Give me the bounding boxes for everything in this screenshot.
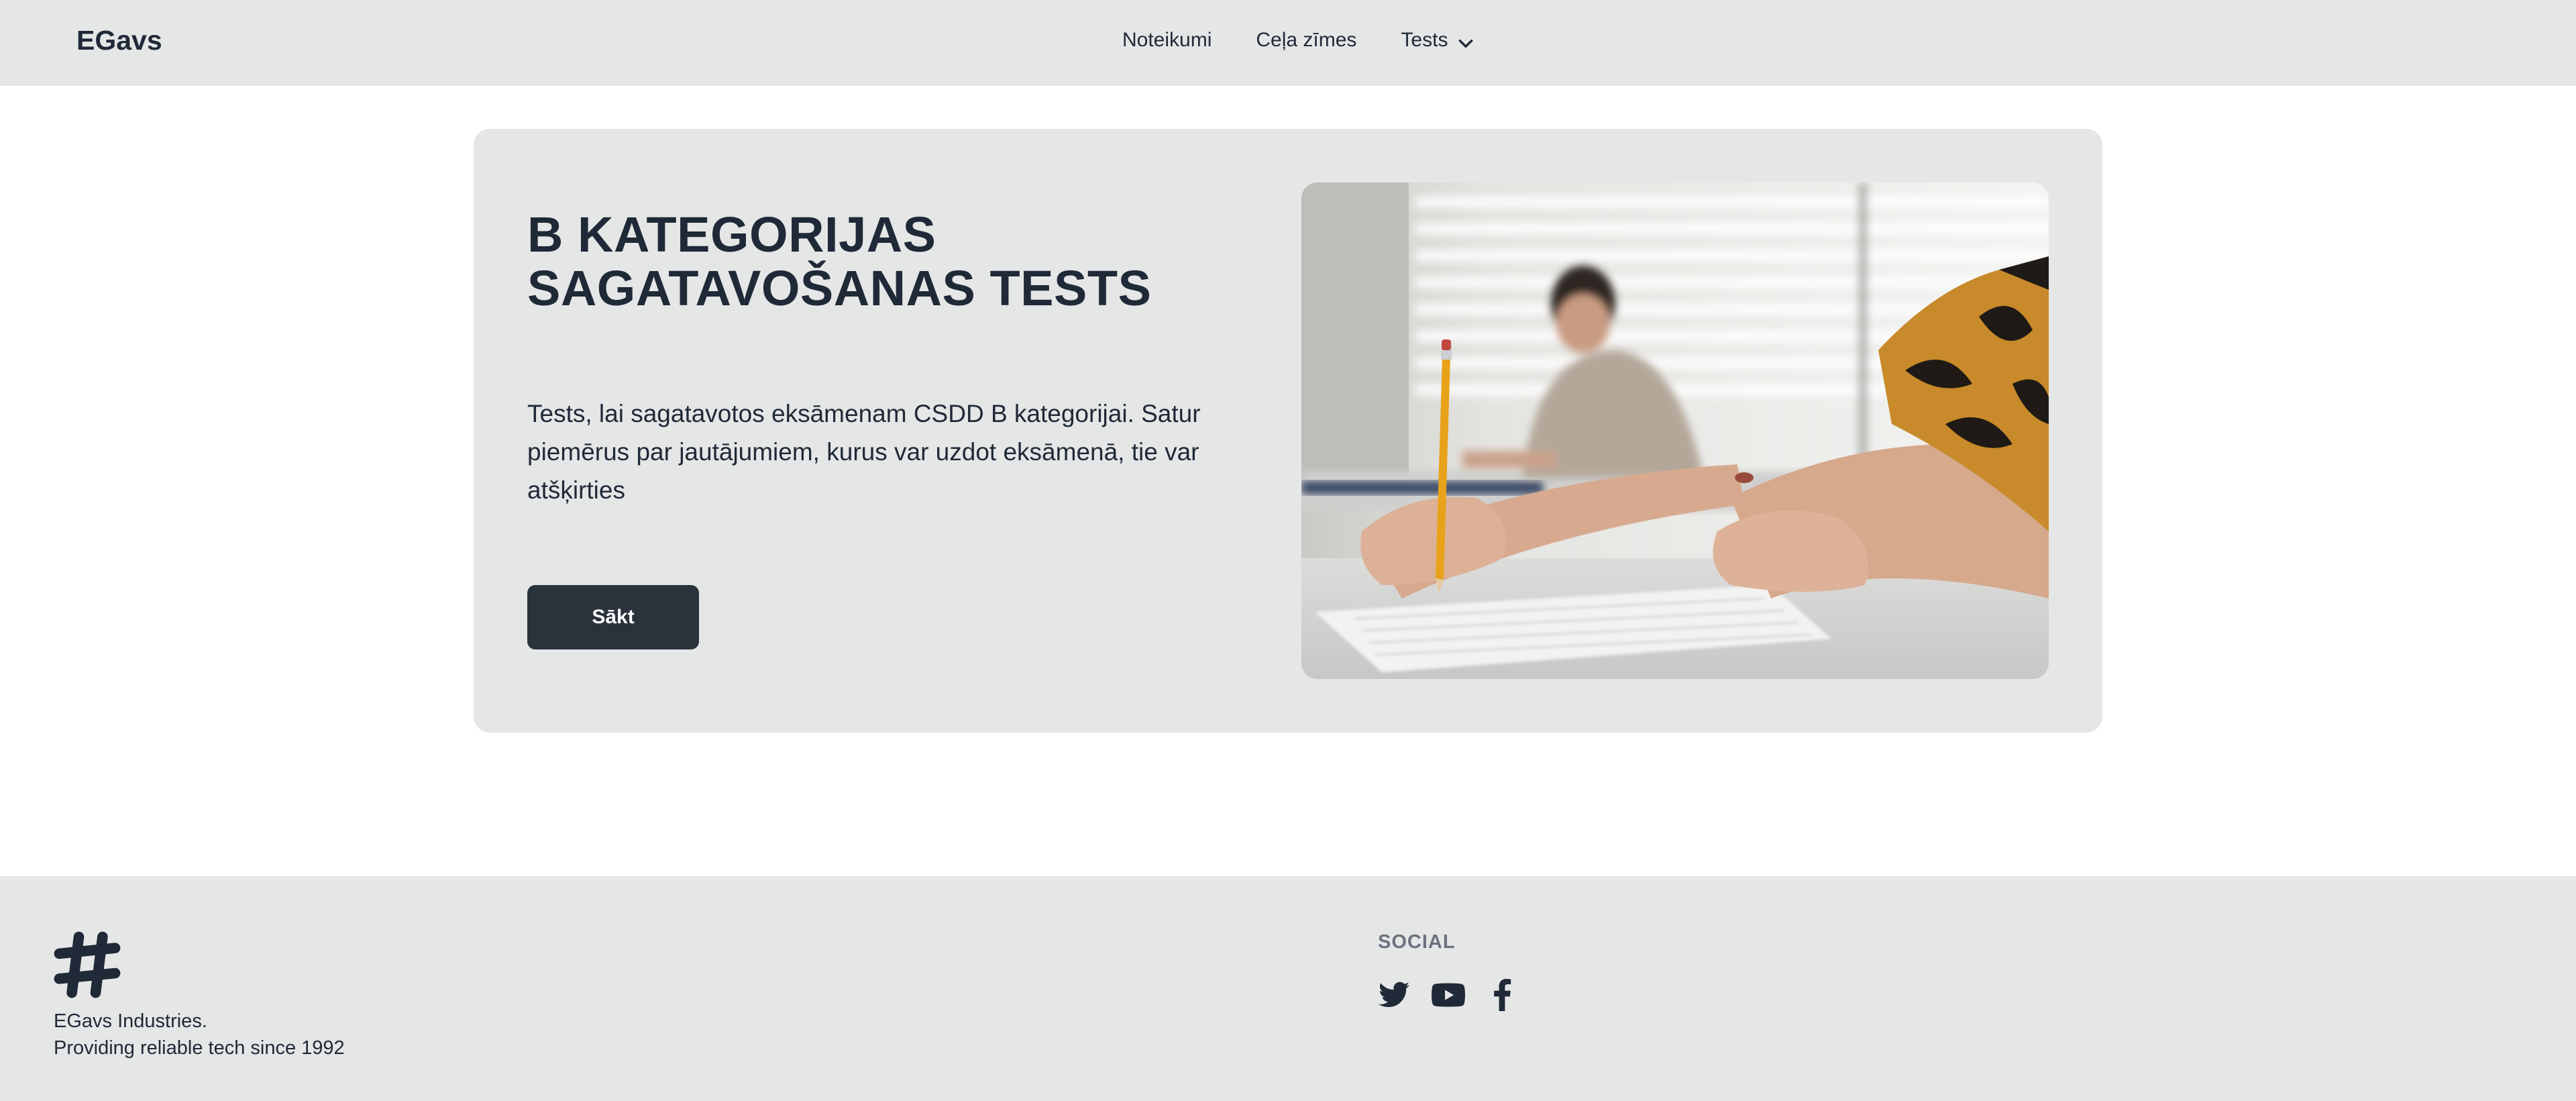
- twitter-icon[interactable]: [1378, 978, 1411, 1012]
- chevron-down-icon: [1457, 32, 1474, 49]
- start-button[interactable]: Sākt: [527, 585, 699, 649]
- hashtag-logo-icon: [52, 930, 122, 1000]
- footer-company-info: EGavs Industries. Providing reliable tec…: [54, 1008, 345, 1061]
- nav-link-label: Noteikumi: [1122, 29, 1212, 51]
- hero-title: B KATEGORIJAS SAGATAVOŠANAS TESTS: [527, 208, 1265, 315]
- hero-title-line: B KATEGORIJAS: [527, 207, 936, 262]
- social-icons: [1378, 978, 1519, 1012]
- navbar: EGavs Noteikumi Ceļa zīmes Tests: [0, 0, 2576, 86]
- facebook-icon[interactable]: [1485, 978, 1519, 1012]
- social-title: SOCIAL: [1378, 931, 1456, 953]
- nav-link-label: Ceļa zīmes: [1256, 29, 1357, 51]
- brand-logo[interactable]: EGavs: [76, 21, 162, 59]
- footer-company: EGavs Industries.: [54, 1010, 207, 1032]
- footer: EGavs Industries. Providing reliable tec…: [0, 876, 2576, 1101]
- footer-tagline: Providing reliable tech since 1992: [54, 1037, 345, 1059]
- hero-card: B KATEGORIJAS SAGATAVOŠANAS TESTS Tests,…: [474, 129, 2102, 733]
- nav-link-cela-zimes[interactable]: Ceļa zīmes: [1234, 25, 1379, 55]
- hero-image: [1301, 182, 2049, 679]
- hero-title-line: SAGATAVOŠANAS TESTS: [527, 260, 1152, 316]
- hero-description: Tests, lai sagatavotos eksāmenam CSDD B …: [527, 400, 1201, 504]
- nav-link-noteikumi[interactable]: Noteikumi: [1100, 25, 1234, 55]
- nav-dropdown-tests[interactable]: Tests: [1379, 25, 1497, 55]
- nav-links: Noteikumi Ceļa zīmes Tests: [1100, 25, 1497, 55]
- nav-link-label: Tests: [1401, 29, 1448, 51]
- youtube-icon[interactable]: [1432, 978, 1465, 1012]
